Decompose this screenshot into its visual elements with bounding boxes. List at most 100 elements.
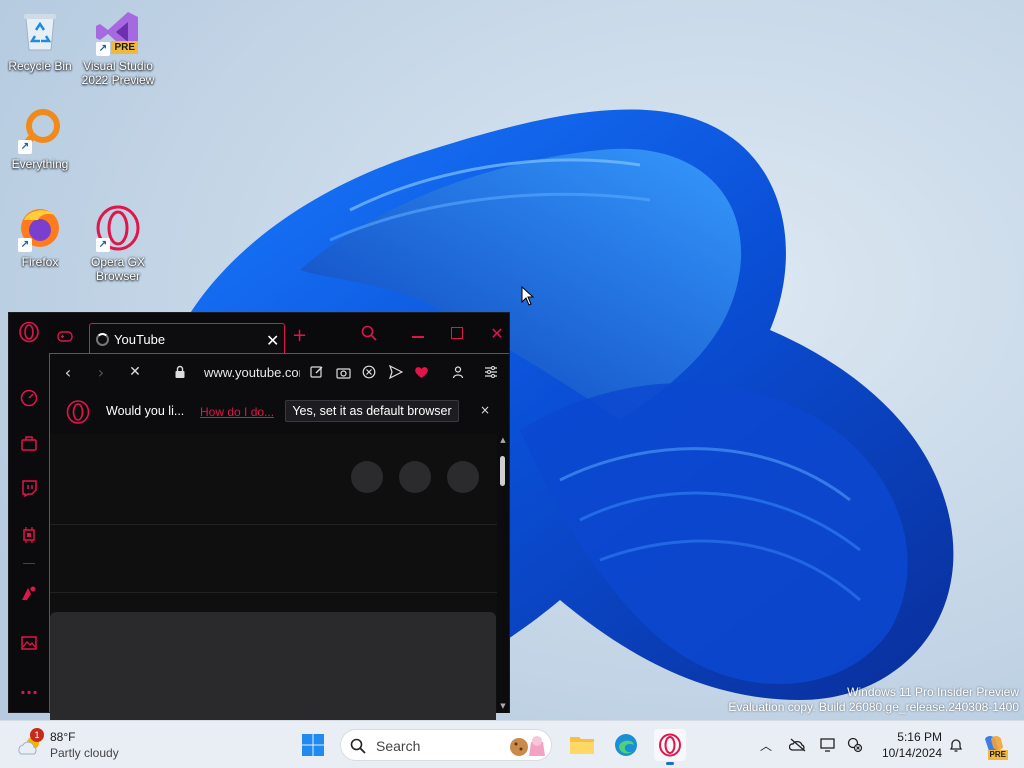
placeholder-avatar	[399, 461, 431, 493]
gx-control-icon[interactable]	[17, 386, 41, 410]
content-divider	[50, 524, 497, 525]
stop-loading-button[interactable]: ✕	[125, 362, 145, 382]
infobar-help-link[interactable]: How do I do...	[200, 405, 274, 419]
infobar-question: Would you li...	[106, 404, 185, 418]
opera-logo-icon	[66, 400, 90, 427]
url-field[interactable]: www.youtube.com	[204, 365, 300, 380]
new-tab-button[interactable]: +	[292, 325, 307, 346]
default-browser-infobar: Would you li... How do I do... Yes, set …	[50, 390, 509, 434]
visual-studio-icon: PRE ↗	[94, 8, 142, 56]
camera-icon[interactable]	[335, 364, 351, 380]
recycle-bin-icon	[16, 8, 64, 56]
opera-gx-taskbar-icon[interactable]	[654, 729, 686, 765]
everything-search-icon: ↗	[16, 106, 64, 154]
system-clock[interactable]: 5:16 PM 10/14/2024	[876, 729, 942, 761]
search-placeholder: Search	[376, 738, 421, 754]
placeholder-avatar	[447, 461, 479, 493]
browser-sidebar: ···	[9, 313, 49, 712]
account-icon[interactable]	[450, 364, 466, 380]
copilot-icon[interactable]: PRE	[980, 732, 1008, 760]
opera-gx-window: ··· YouTube ✕ + ✕ ‹ › ✕ www.youtube.com …	[8, 312, 511, 752]
tab-title: YouTube	[114, 332, 166, 347]
weather-alert-badge: 1	[30, 728, 44, 742]
edge-browser-icon[interactable]	[610, 729, 642, 761]
search-highlight-icon	[507, 734, 547, 761]
desktop-icon-label: Opera GX Browser	[90, 255, 146, 283]
file-explorer-icon[interactable]	[566, 729, 598, 761]
back-button[interactable]: ‹	[58, 362, 78, 382]
search-icon	[350, 738, 366, 757]
shortcut-arrow-icon: ↗	[18, 140, 32, 154]
desktop-icon-opera-gx[interactable]: ↗ Opera GX Browser	[78, 204, 158, 283]
show-hidden-icons-chevron[interactable]: ︿	[756, 735, 776, 755]
desktop-icon-firefox[interactable]: ↗ Firefox	[0, 204, 80, 269]
send-icon[interactable]	[388, 364, 404, 380]
maximize-button[interactable]	[443, 321, 471, 345]
gamepad-icon[interactable]	[57, 329, 73, 346]
shortcut-arrow-icon: ↗	[18, 238, 32, 252]
firefox-icon: ↗	[16, 204, 64, 252]
onedrive-offline-icon[interactable]	[788, 735, 808, 755]
cpu-limiter-icon[interactable]	[17, 523, 41, 547]
scroll-up-icon[interactable]: ▲	[499, 436, 507, 444]
weather-description: Partly cloudy	[50, 746, 119, 760]
opera-menu-icon[interactable]	[17, 320, 41, 344]
ad-block-icon[interactable]	[361, 364, 377, 380]
clock-date: 10/14/2024	[881, 746, 942, 760]
browser-titlebar: YouTube ✕ + ✕	[49, 313, 511, 354]
desktop-icon-everything[interactable]: ↗ Everything	[0, 106, 80, 171]
network-disconnected-icon[interactable]	[845, 735, 865, 755]
active-app-indicator	[666, 762, 674, 765]
search-tabs-icon[interactable]	[355, 321, 383, 345]
browser-content-frame: ‹ › ✕ www.youtube.com Would you li... Ho…	[49, 353, 509, 752]
desktop-icon-label: Visual Studio 2022 Preview	[81, 59, 155, 87]
edit-icon[interactable]	[309, 364, 325, 380]
close-window-button[interactable]: ✕	[483, 321, 511, 345]
aria-ai-icon[interactable]	[17, 581, 41, 605]
clock-time: 5:16 PM	[897, 730, 942, 744]
watermark-line-2: Evaluation copy. Build 26080.ge_release.…	[728, 700, 1019, 714]
gallery-icon[interactable]	[17, 631, 41, 655]
loading-spinner-icon	[96, 333, 109, 346]
easy-setup-icon[interactable]	[483, 364, 499, 380]
evaluation-watermark: Windows 11 Pro Insider Preview Evaluatio…	[728, 685, 1019, 715]
copilot-pre-badge: PRE	[987, 750, 1008, 760]
desktop-icon-visual-studio[interactable]: PRE ↗ Visual Studio 2022 Preview	[78, 8, 158, 87]
more-options-icon[interactable]: ···	[17, 680, 41, 704]
mouse-cursor-icon	[521, 285, 535, 309]
address-bar: ‹ › ✕ www.youtube.com	[50, 354, 509, 390]
content-divider	[50, 592, 497, 593]
tab-youtube[interactable]: YouTube ✕	[89, 323, 285, 354]
placeholder-avatar	[351, 461, 383, 493]
scroll-down-icon[interactable]: ▼	[499, 702, 507, 710]
scroll-thumb[interactable]	[500, 456, 505, 486]
gx-corner-icon[interactable]	[17, 431, 41, 455]
desktop-icon-label: Everything	[11, 157, 69, 171]
sidebar-divider	[23, 563, 35, 564]
display-icon[interactable]	[819, 735, 839, 755]
infobar-close-icon[interactable]: ×	[478, 403, 492, 417]
forward-button[interactable]: ›	[91, 362, 111, 382]
twitch-icon[interactable]	[17, 476, 41, 500]
shortcut-arrow-icon: ↗	[96, 42, 110, 56]
watermark-line-1: Windows 11 Pro Insider Preview	[847, 685, 1019, 699]
taskbar: 1 88°F Partly cloudy Search ︿ 5:16 PM 10…	[0, 720, 1024, 768]
tab-close-icon[interactable]: ✕	[266, 331, 279, 350]
lock-icon	[174, 365, 186, 382]
taskbar-search[interactable]: Search	[340, 729, 552, 761]
heart-icon[interactable]	[413, 364, 429, 380]
start-button[interactable]	[297, 729, 329, 761]
opera-gx-icon: ↗	[94, 204, 142, 252]
desktop-icon-recycle-bin[interactable]: Recycle Bin	[0, 8, 80, 73]
weather-temperature: 88°F	[50, 730, 76, 744]
pre-badge: PRE	[111, 41, 138, 54]
page-content	[50, 434, 497, 752]
weather-widget[interactable]: 1 88°F Partly cloudy	[16, 728, 136, 762]
desktop-icon-label: Firefox	[21, 255, 59, 269]
set-default-browser-button[interactable]: Yes, set it as default browser	[285, 400, 459, 422]
desktop-icon-label: Recycle Bin	[8, 59, 72, 73]
notification-bell-icon[interactable]	[946, 735, 966, 755]
shortcut-arrow-icon: ↗	[96, 238, 110, 252]
minimize-button[interactable]	[404, 321, 432, 345]
vertical-scrollbar[interactable]: ▲ ▼	[497, 434, 509, 713]
